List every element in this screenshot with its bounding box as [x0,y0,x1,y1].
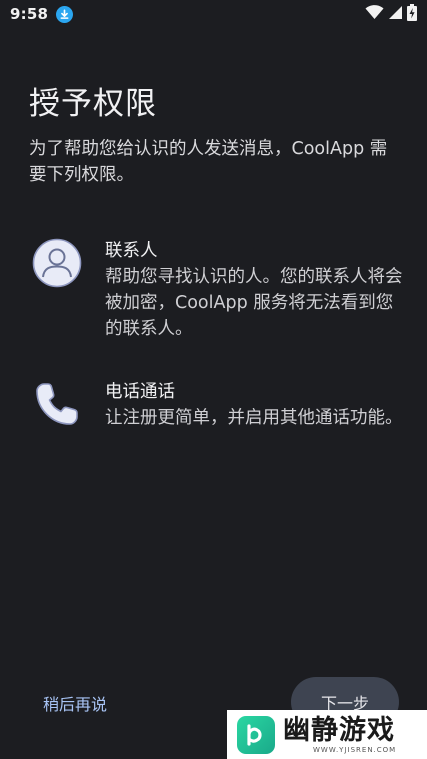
status-time: 9:58 [10,5,49,23]
contact-avatar-icon [29,238,85,294]
watermark-subtitle: WWW.YJISREN.COM [313,745,397,754]
status-right [365,3,417,25]
intro-text: 为了帮助您给认识的人发送消息，CoolApp 需要下列权限。 [29,139,388,185]
status-left: 9:58 [10,5,74,23]
signal-icon [388,5,403,24]
later-button[interactable]: 稍后再说 [43,691,107,715]
status-bar: 9:58 [0,0,427,28]
watermark-title: 幽静游戏 [283,714,395,746]
watermark-logo-icon [237,715,275,754]
permission-contacts-text: 联系人 帮助您寻找认识的人。您的联系人将会被加密，CoolApp 服务将无法看到… [105,238,405,342]
permission-contacts-title: 联系人 [105,241,158,261]
wifi-icon [365,4,384,24]
permission-contacts-description: 帮助您寻找认识的人。您的联系人将会被加密，CoolApp 服务将无法看到您的联系… [105,267,403,339]
watermark-text: 幽静游戏 WWW.YJISREN.COM [283,714,397,754]
phone-icon [29,379,85,435]
page-title: 授予权限 [29,86,157,122]
battery-charging-icon [407,3,417,25]
permission-contacts: 联系人 帮助您寻找认识的人。您的联系人将会被加密，CoolApp 服务将无法看到… [29,238,403,339]
permission-phone-title: 电话通话 [105,382,175,402]
permission-phone-description: 让注册更简单，并启用其他通话功能。 [105,408,403,428]
watermark: 幽静游戏 WWW.YJISREN.COM [227,710,427,759]
download-icon [56,5,74,23]
permission-phone-text: 电话通话 让注册更简单，并启用其他通话功能。 [105,379,405,431]
permission-phone: 电话通话 让注册更简单，并启用其他通话功能。 [29,379,403,459]
